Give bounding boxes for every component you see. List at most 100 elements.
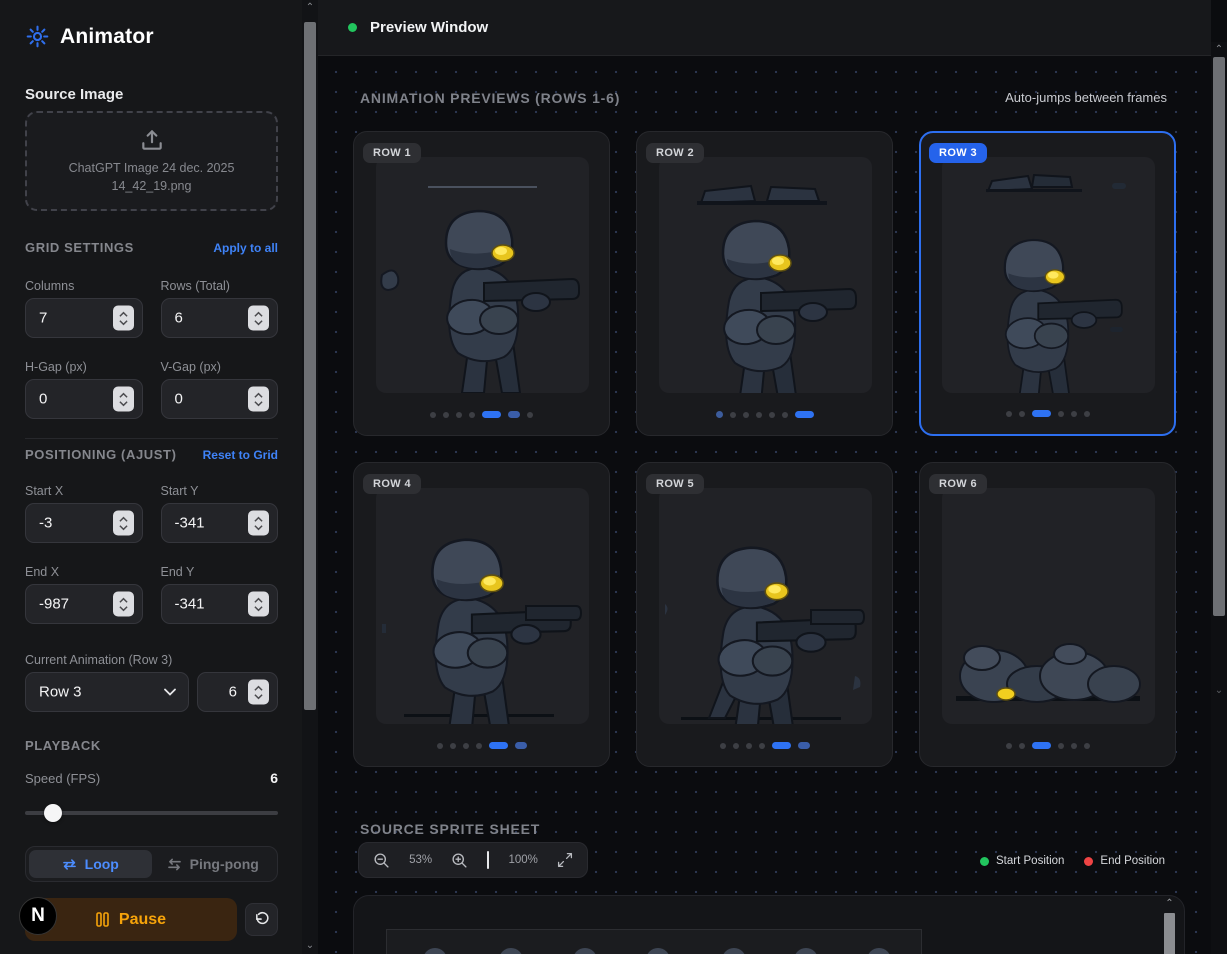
scroll-down-icon[interactable]: ⌄	[1215, 686, 1223, 696]
preview-card-row-6[interactable]: ROW 6	[919, 462, 1176, 767]
sprite-sheet-image[interactable]	[386, 929, 922, 954]
frame-dot[interactable]	[1032, 410, 1051, 417]
frame-dot[interactable]	[716, 411, 723, 418]
current-animation-select[interactable]: Row 3	[25, 672, 189, 712]
sprite-sheet-panel[interactable]: ⌃	[353, 895, 1185, 954]
frame-dot[interactable]	[482, 411, 501, 418]
frame-dot[interactable]	[450, 743, 456, 749]
scroll-up-icon[interactable]: ⌃	[306, 3, 314, 13]
columns-input[interactable]: 7	[25, 298, 143, 338]
frame-count-input[interactable]: 6	[197, 672, 278, 712]
frame-count-stepper[interactable]	[248, 680, 269, 705]
end-x-stepper[interactable]	[113, 592, 134, 617]
frame-dot[interactable]	[720, 743, 726, 749]
frame-dot[interactable]	[463, 743, 469, 749]
preview-card-row-4[interactable]: ROW 4	[353, 462, 610, 767]
end-y-input[interactable]: -341	[161, 584, 279, 624]
frame-dot[interactable]	[1071, 411, 1077, 417]
vgap-input[interactable]: 0	[161, 379, 279, 419]
row-badge: ROW 5	[646, 474, 704, 494]
preview-card-row-5[interactable]: ROW 5	[636, 462, 893, 767]
pingpong-button[interactable]: Ping-pong	[152, 850, 275, 878]
frame-dot[interactable]	[476, 743, 482, 749]
source-image-dropzone[interactable]: ChatGPT Image 24 dec. 2025 14_42_19.png	[25, 111, 278, 211]
vgap-stepper[interactable]	[248, 387, 269, 412]
hgap-stepper[interactable]	[113, 387, 134, 412]
scroll-up-icon[interactable]: ⌃	[1215, 45, 1223, 55]
frame-dot[interactable]	[1084, 743, 1090, 749]
frame-dot[interactable]	[515, 742, 527, 749]
frame-dot[interactable]	[430, 412, 436, 418]
loop-button[interactable]: Loop	[29, 850, 152, 878]
nextjs-dev-badge[interactable]: N	[19, 897, 57, 935]
start-x-input[interactable]: -3	[25, 503, 143, 543]
end-x-input[interactable]: -987	[25, 584, 143, 624]
zoom-out-icon[interactable]	[373, 852, 390, 869]
frame-dots	[921, 410, 1174, 417]
frame-dot[interactable]	[1032, 742, 1051, 749]
frame-dot[interactable]	[456, 412, 462, 418]
start-y-input[interactable]: -341	[161, 503, 279, 543]
rows-input[interactable]: 6	[161, 298, 279, 338]
frame-dot[interactable]	[772, 742, 791, 749]
main-scrollbar[interactable]: ⌃ ⌄	[1211, 42, 1227, 954]
speed-slider[interactable]	[25, 804, 278, 822]
frame-dot[interactable]	[1019, 743, 1025, 749]
frame-dots	[354, 411, 609, 418]
frame-dot[interactable]	[759, 743, 765, 749]
zoom-level-value: 53%	[409, 854, 432, 866]
slider-thumb[interactable]	[44, 804, 62, 822]
expand-icon[interactable]	[557, 852, 573, 868]
frame-dot[interactable]	[756, 412, 762, 418]
frame-dot[interactable]	[730, 412, 736, 418]
hgap-input[interactable]: 0	[25, 379, 143, 419]
frame-dot[interactable]	[769, 412, 775, 418]
frame-dot[interactable]	[1006, 743, 1012, 749]
sprite-preview	[376, 157, 589, 393]
app-logo: Animator	[25, 24, 278, 49]
columns-stepper[interactable]	[113, 306, 134, 331]
start-y-stepper[interactable]	[248, 511, 269, 536]
frame-dot[interactable]	[527, 412, 533, 418]
restart-button[interactable]	[245, 903, 278, 936]
frame-dot[interactable]	[508, 411, 520, 418]
sheet-scrollbar[interactable]: ⌃	[1163, 899, 1176, 953]
preview-window-title: Preview Window	[370, 19, 488, 36]
scroll-down-icon[interactable]: ⌄	[306, 941, 314, 951]
sheet-scrollbar-thumb[interactable]	[1164, 913, 1175, 954]
zoom-in-icon[interactable]	[451, 852, 468, 869]
start-x-stepper[interactable]	[113, 511, 134, 536]
frame-dot[interactable]	[1058, 411, 1064, 417]
sidebar-scrollbar[interactable]: ⌃ ⌄	[302, 0, 318, 954]
pause-button[interactable]: Pause	[25, 898, 237, 941]
preview-card-row-2[interactable]: ROW 2	[636, 131, 893, 436]
reset-to-grid-link[interactable]: Reset to Grid	[203, 448, 278, 462]
frame-dot[interactable]	[746, 743, 752, 749]
frame-dot[interactable]	[443, 412, 449, 418]
frame-dot[interactable]	[1084, 411, 1090, 417]
preview-card-row-3[interactable]: ROW 3	[919, 131, 1176, 436]
slider-track[interactable]	[25, 811, 278, 815]
frame-dot[interactable]	[795, 411, 814, 418]
frame-dot[interactable]	[489, 742, 508, 749]
frame-dot[interactable]	[1071, 743, 1077, 749]
end-y-stepper[interactable]	[248, 592, 269, 617]
position-legend: Start Position End Position	[980, 855, 1165, 867]
frame-dot[interactable]	[743, 412, 749, 418]
start-position-dot	[980, 857, 989, 866]
sidebar-scrollbar-thumb[interactable]	[304, 22, 316, 710]
apply-to-all-link[interactable]: Apply to all	[213, 241, 278, 255]
frame-dot[interactable]	[1006, 411, 1012, 417]
rows-stepper[interactable]	[248, 306, 269, 331]
frame-dot[interactable]	[782, 412, 788, 418]
animation-previews-title: ANIMATION PREVIEWS (ROWS 1-6)	[360, 90, 620, 106]
preview-card-row-1[interactable]: ROW 1	[353, 131, 610, 436]
frame-dot[interactable]	[733, 743, 739, 749]
frame-dot[interactable]	[1019, 411, 1025, 417]
frame-dot[interactable]	[1058, 743, 1064, 749]
frame-dot[interactable]	[469, 412, 475, 418]
frame-dot[interactable]	[437, 743, 443, 749]
scroll-up-icon[interactable]: ⌃	[1165, 899, 1173, 909]
main-scrollbar-thumb[interactable]	[1213, 57, 1225, 616]
frame-dot[interactable]	[798, 742, 810, 749]
